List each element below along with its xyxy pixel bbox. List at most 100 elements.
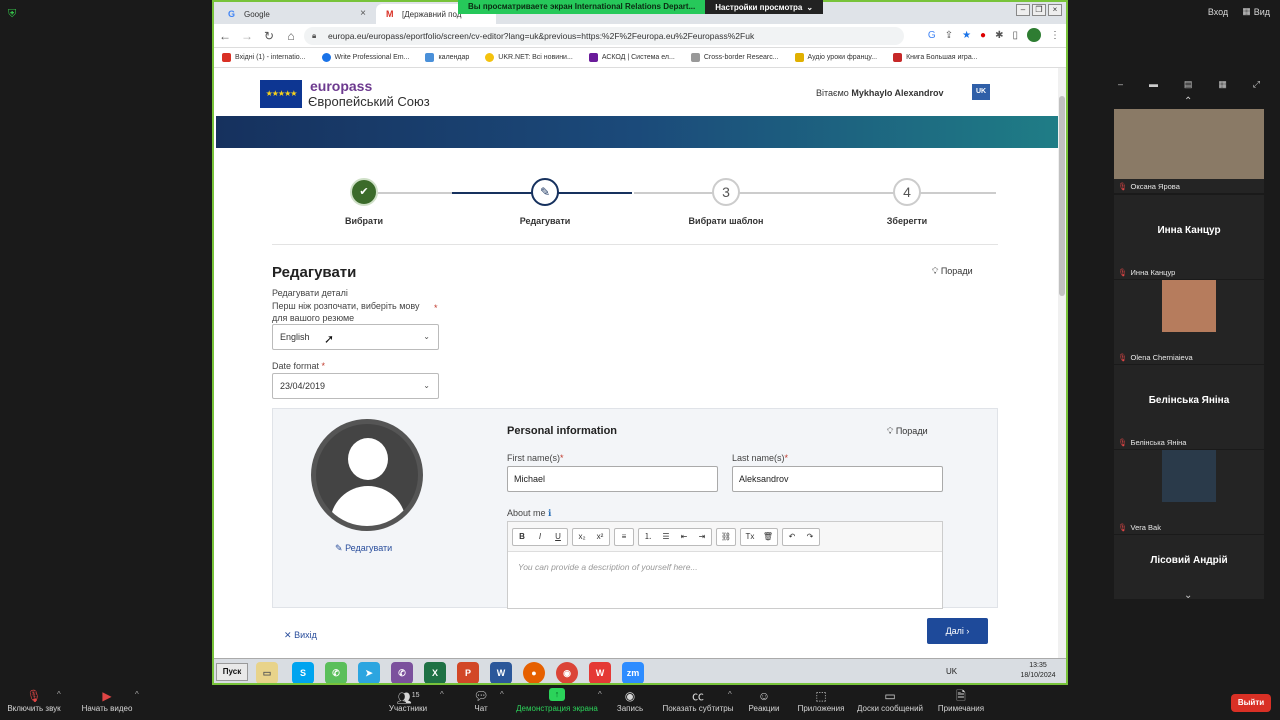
sidebar-icon[interactable]: ▯ [1012,30,1018,41]
step-choose[interactable]: ✔ Вибрати [314,178,414,226]
bold-icon[interactable]: B [513,529,531,545]
url-input[interactable]: 🔒︎ europa.eu/europass/eportfolio/screen/… [304,27,904,45]
superscript-icon[interactable]: x² [591,529,609,545]
align-icon[interactable]: ≡ [615,529,633,545]
record-button[interactable]: ◉ Запись [612,688,648,713]
viber-icon[interactable]: ✆ [391,662,413,683]
tab-google[interactable]: G Google × [218,4,374,24]
opera-icon[interactable]: ● [980,30,986,41]
participant-tile[interactable]: Белінська Яніна 🎙︎ Белінська Яніна [1114,365,1264,449]
chat-button[interactable]: 💬︎ Чат [466,688,496,713]
share-screen-button[interactable]: ↑ Демонстрация экрана [510,688,604,713]
scroll-down-icon[interactable]: ⌄ [1184,590,1192,601]
telegram-icon[interactable]: ➤ [358,662,380,683]
minimize-icon[interactable]: – [1118,79,1123,89]
step-save[interactable]: 4 Зберегти [857,178,957,226]
security-shield-icon[interactable]: ⛨ [8,8,19,20]
chat-options-caret[interactable]: ^ [500,690,504,699]
scroll-up-icon[interactable]: ⌃ [1184,96,1192,107]
participants-options-caret[interactable]: ^ [440,690,444,699]
bookmark-item[interactable]: Cross-border Researc... [690,53,779,62]
chrome-icon[interactable]: ◉ [556,662,578,683]
delete-icon[interactable]: 🗑︎ [759,529,777,545]
clear-format-icon[interactable]: Tx [741,529,759,545]
italic-icon[interactable]: I [531,529,549,545]
bookmark-item[interactable]: календар [425,53,469,62]
keyboard-language[interactable]: UK [946,667,957,676]
step-template[interactable]: 3 Вибрати шаблон [676,178,776,226]
bookmark-item[interactable]: Вхідні (1) - internatio... [222,53,306,62]
participant-tile[interactable]: 🎙︎ Оксана Ярова [1114,109,1264,193]
bookmark-star-icon[interactable]: ★ [962,30,971,41]
participant-tile[interactable]: 🎙︎ Vera Bak [1114,450,1264,534]
language-select[interactable]: English ⌄ [272,324,439,350]
profile-avatar[interactable] [1027,28,1041,42]
date-format-select[interactable]: 23/04/2019 ⌄ [272,373,439,399]
share-options-caret[interactable]: ^ [598,690,602,699]
participant-tile[interactable]: 🎙︎ Olena Cherniaieva [1114,280,1264,364]
bookmark-item[interactable]: Аудіо уроки францу... [794,53,877,62]
about-me-editor[interactable]: B I U x₂ x² ≡ ⒈ ☰ ⇤ ⇥ ⛓ Tx 🗑︎ ↶ ↷ You ca… [507,521,943,609]
google-lens-icon[interactable]: G [928,30,936,41]
strip-view-icon[interactable]: ▤ [1184,79,1193,90]
zoom-app-icon[interactable]: zm [622,662,644,683]
redo-icon[interactable]: ↷ [801,529,819,545]
last-name-input[interactable]: Aleksandrov [732,466,943,492]
captions-options-caret[interactable]: ^ [728,690,732,699]
video-options-caret[interactable]: ^ [135,690,139,699]
europass-logo[interactable]: europass [310,78,372,94]
audio-options-caret[interactable]: ^ [57,690,61,699]
firefox-icon[interactable]: ● [523,662,545,683]
restore-icon[interactable]: ❐ [1032,4,1046,16]
notes-button[interactable]: 🗎︎ Примечания [934,688,988,713]
clock[interactable]: 13:35 18/10/2024 [1014,661,1062,681]
gallery-view-icon[interactable]: ▦ [1218,79,1227,90]
whiteboards-button[interactable]: ▭ Доски сообщений [854,688,926,713]
tips-link[interactable]: 💡︎ Поради [887,426,928,437]
close-window-icon[interactable]: × [1048,4,1062,16]
first-name-input[interactable]: Michael [507,466,718,492]
extensions-icon[interactable]: ✱ [995,30,1003,41]
outdent-icon[interactable]: ⇤ [675,529,693,545]
start-button[interactable]: Пуск [216,663,248,681]
bullet-list-icon[interactable]: ☰ [657,529,675,545]
start-video-button[interactable]: ▶︎ Начать видео [78,688,136,713]
subscript-icon[interactable]: x₂ [573,529,591,545]
folder-icon[interactable]: ▭ [256,662,278,683]
powerpoint-icon[interactable]: P [457,662,479,683]
step-edit[interactable]: ✎ Редагувати [495,178,595,226]
scrollbar-thumb[interactable] [1059,96,1065,296]
bookmark-item[interactable]: Write Professional Em... [321,53,409,62]
undo-icon[interactable]: ↶ [783,529,801,545]
page-scrollbar[interactable] [1058,68,1066,658]
bookmark-item[interactable]: UKR.NET: Всі новини... [485,53,573,62]
wps-icon[interactable]: W [589,662,611,683]
view-button[interactable]: ▦ Вид [1242,6,1270,17]
ordered-list-icon[interactable]: ⒈ [639,529,657,545]
whatsapp-icon[interactable]: ✆ [325,662,347,683]
expand-icon[interactable]: ⤢ [1253,79,1260,90]
view-settings-button[interactable]: Настройки просмотра ⌄ [705,0,824,14]
bookmark-item[interactable]: АСКОД | Система ел... [588,53,675,62]
leave-button[interactable]: Выйти [1231,694,1271,712]
home-icon[interactable]: ⌂ [280,29,302,43]
back-icon[interactable]: ← [214,29,236,43]
reactions-button[interactable]: ☺ Реакции [745,688,783,713]
participant-tile[interactable]: Инна Канцур 🎙︎ Инна Канцур [1114,195,1264,279]
language-badge[interactable]: UK [972,84,990,100]
user-greeting[interactable]: Вітаємо Mykhaylo Alexandrov [816,88,944,98]
participants-button[interactable]: 👥︎15 Участники [384,688,432,713]
edit-photo-link[interactable]: ✎ Редагувати [335,543,392,554]
reload-icon[interactable]: ↻ [258,29,280,43]
apps-button[interactable]: ⬚ Приложения [794,688,848,713]
skype-icon[interactable]: S [292,662,314,683]
close-icon[interactable]: × [360,8,366,19]
indent-icon[interactable]: ⇥ [693,529,711,545]
menu-icon[interactable]: ⋮ [1050,30,1060,41]
profile-photo-placeholder[interactable] [311,419,423,531]
bookmark-item[interactable]: Книга Большая игра... [893,53,978,62]
link-icon[interactable]: ⛓ [717,529,735,545]
excel-icon[interactable]: X [424,662,446,683]
unmute-button[interactable]: 🎙︎ Включить звук [6,688,62,713]
next-button[interactable]: Далі › [927,618,988,644]
